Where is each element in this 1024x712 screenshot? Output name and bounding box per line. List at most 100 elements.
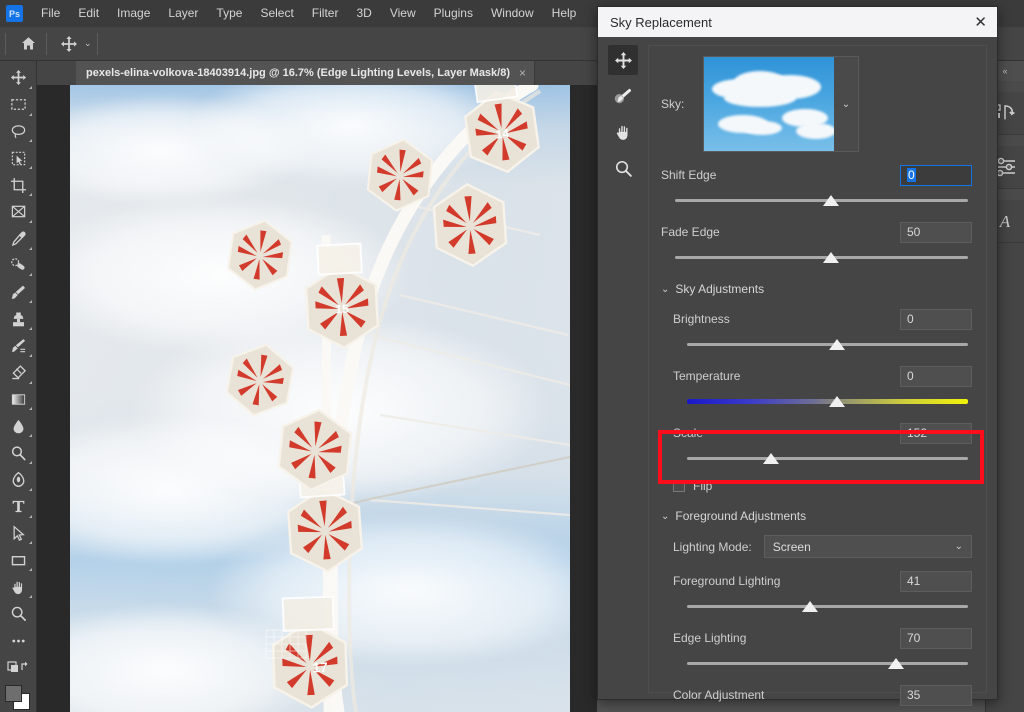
- slider-thumb[interactable]: [801, 601, 818, 612]
- slider-thumb[interactable]: [828, 339, 845, 350]
- flip-checkbox[interactable]: [673, 480, 685, 492]
- tool-corner-indicator: [28, 541, 32, 545]
- move-tool[interactable]: [3, 65, 34, 91]
- menu-item-layer[interactable]: Layer: [159, 3, 207, 24]
- flip-checkbox-row[interactable]: Flip: [661, 479, 972, 493]
- menu-item-select[interactable]: Select: [251, 3, 302, 24]
- edge-lighting-slider[interactable]: [673, 656, 972, 672]
- document-tab-title: pexels-elina-volkova-18403914.jpg @ 16.7…: [86, 67, 511, 79]
- scale-slider[interactable]: [673, 451, 972, 467]
- pen-tool[interactable]: [3, 467, 34, 493]
- menu-item-image[interactable]: Image: [108, 3, 159, 24]
- shift-edge-input[interactable]: 0: [900, 164, 972, 186]
- foreground-lighting-slider[interactable]: [673, 599, 972, 615]
- slider-thumb[interactable]: [822, 252, 839, 263]
- brightness-input[interactable]: 0: [900, 308, 972, 330]
- close-icon[interactable]: ✕: [974, 15, 987, 30]
- foreground-color-swatch[interactable]: [5, 685, 22, 703]
- gradient-tool[interactable]: [3, 387, 34, 413]
- slider-thumb[interactable]: [762, 453, 779, 464]
- dialog-content: Sky: ⌄ Shift Edge 0 Fade Edge 50 ⌄ Sky A…: [648, 45, 987, 706]
- slider-thumb[interactable]: [822, 195, 839, 206]
- tool-corner-indicator: [28, 353, 32, 357]
- temperature-input[interactable]: 0: [900, 365, 972, 387]
- edge-lighting-label: Edge Lighting: [673, 631, 747, 645]
- menu-item-view[interactable]: View: [381, 3, 425, 24]
- chevron-down-icon[interactable]: ⌄: [661, 284, 669, 295]
- tool-corner-indicator: [28, 460, 32, 464]
- frame-tool[interactable]: [3, 199, 34, 225]
- section-foreground-adjustments[interactable]: ⌄ Foreground Adjustments: [661, 509, 972, 523]
- lasso-tool[interactable]: [3, 119, 34, 145]
- menu-item-plugins[interactable]: Plugins: [425, 3, 482, 24]
- type-t-icon[interactable]: [3, 494, 34, 520]
- chevron-down-icon[interactable]: ⌄: [84, 38, 92, 49]
- sky-hand-tool[interactable]: [608, 117, 638, 147]
- foreground-lighting-input[interactable]: 41: [900, 570, 972, 592]
- chevron-down-icon[interactable]: ⌄: [834, 57, 858, 151]
- menu-item-window[interactable]: Window: [482, 3, 543, 24]
- menu-item-edit[interactable]: Edit: [69, 3, 108, 24]
- fade-edge-input[interactable]: 50: [900, 221, 972, 243]
- sky-move-tool[interactable]: [608, 45, 638, 75]
- sky-preset-picker[interactable]: ⌄: [703, 56, 859, 152]
- move-tool-icon[interactable]: [56, 31, 82, 57]
- color-adjustment-input[interactable]: 35: [900, 684, 972, 706]
- swap-colors-icon[interactable]: [3, 655, 34, 681]
- scale-label: Scale: [673, 426, 704, 440]
- zoom-tool[interactable]: [3, 601, 34, 627]
- photoshop-logo: Ps: [6, 5, 23, 22]
- eraser-tool[interactable]: [3, 360, 34, 386]
- menu-item-help[interactable]: Help: [543, 3, 586, 24]
- shift-edge-slider[interactable]: [661, 193, 972, 209]
- menu-item-filter[interactable]: Filter: [303, 3, 348, 24]
- svg-text:15: 15: [335, 302, 349, 317]
- path-selection-tool[interactable]: [3, 521, 34, 547]
- tool-corner-indicator: [28, 246, 32, 250]
- color-swatches[interactable]: [3, 683, 33, 712]
- history-brush-tool[interactable]: [3, 333, 34, 359]
- lighting-mode-select[interactable]: Screen ⌄: [763, 535, 972, 558]
- slider-thumb[interactable]: [828, 396, 845, 407]
- crop-tool[interactable]: [3, 172, 34, 198]
- home-icon[interactable]: [15, 31, 41, 57]
- menu-item-file[interactable]: File: [32, 3, 69, 24]
- blur-drop-icon[interactable]: [3, 413, 34, 439]
- slider-track: [687, 343, 968, 346]
- sky-zoom-tool[interactable]: [608, 153, 638, 183]
- sky-brush-tool[interactable]: [608, 81, 638, 111]
- control-temperature: Temperature 0: [661, 365, 972, 410]
- brush-tool[interactable]: [3, 279, 34, 305]
- document-image[interactable]: 14 15 17: [70, 85, 570, 712]
- eyedropper-tool[interactable]: [3, 226, 34, 252]
- object-selection-tool[interactable]: [3, 145, 34, 171]
- menu-item-3d[interactable]: 3D: [347, 3, 380, 24]
- tool-corner-indicator: [28, 192, 32, 196]
- scale-input[interactable]: 152: [900, 422, 972, 444]
- sky-preview-thumbnail[interactable]: [704, 57, 834, 151]
- fade-edge-slider[interactable]: [661, 250, 972, 266]
- canvas-area[interactable]: 14 15 17: [37, 85, 597, 712]
- dialog-title: Sky Replacement: [610, 14, 712, 30]
- spot-healing-brush-tool[interactable]: [3, 253, 34, 279]
- clone-stamp-tool[interactable]: [3, 306, 34, 332]
- brightness-slider[interactable]: [673, 337, 972, 353]
- rectangular-marquee-tool[interactable]: [3, 92, 34, 118]
- ellipsis-icon[interactable]: [3, 628, 34, 654]
- close-icon[interactable]: ×: [519, 66, 526, 80]
- tool-corner-indicator: [28, 166, 32, 170]
- hand-tool[interactable]: [3, 574, 34, 600]
- dodge-tool[interactable]: [3, 440, 34, 466]
- divider: [46, 32, 47, 55]
- document-tab[interactable]: pexels-elina-volkova-18403914.jpg @ 16.7…: [76, 61, 536, 85]
- rectangle-tool[interactable]: [3, 547, 34, 573]
- chevron-down-icon[interactable]: ⌄: [661, 511, 669, 522]
- menu-item-type[interactable]: Type: [207, 3, 251, 24]
- slider-thumb[interactable]: [888, 658, 905, 669]
- svg-text:14: 14: [495, 126, 510, 142]
- dialog-title-bar[interactable]: Sky Replacement ✕: [598, 7, 997, 37]
- dialog-body: Sky: ⌄ Shift Edge 0 Fade Edge 50 ⌄ Sky A…: [598, 37, 997, 706]
- section-sky-adjustments[interactable]: ⌄ Sky Adjustments: [661, 282, 972, 296]
- edge-lighting-input[interactable]: 70: [900, 627, 972, 649]
- temperature-slider[interactable]: [673, 394, 972, 410]
